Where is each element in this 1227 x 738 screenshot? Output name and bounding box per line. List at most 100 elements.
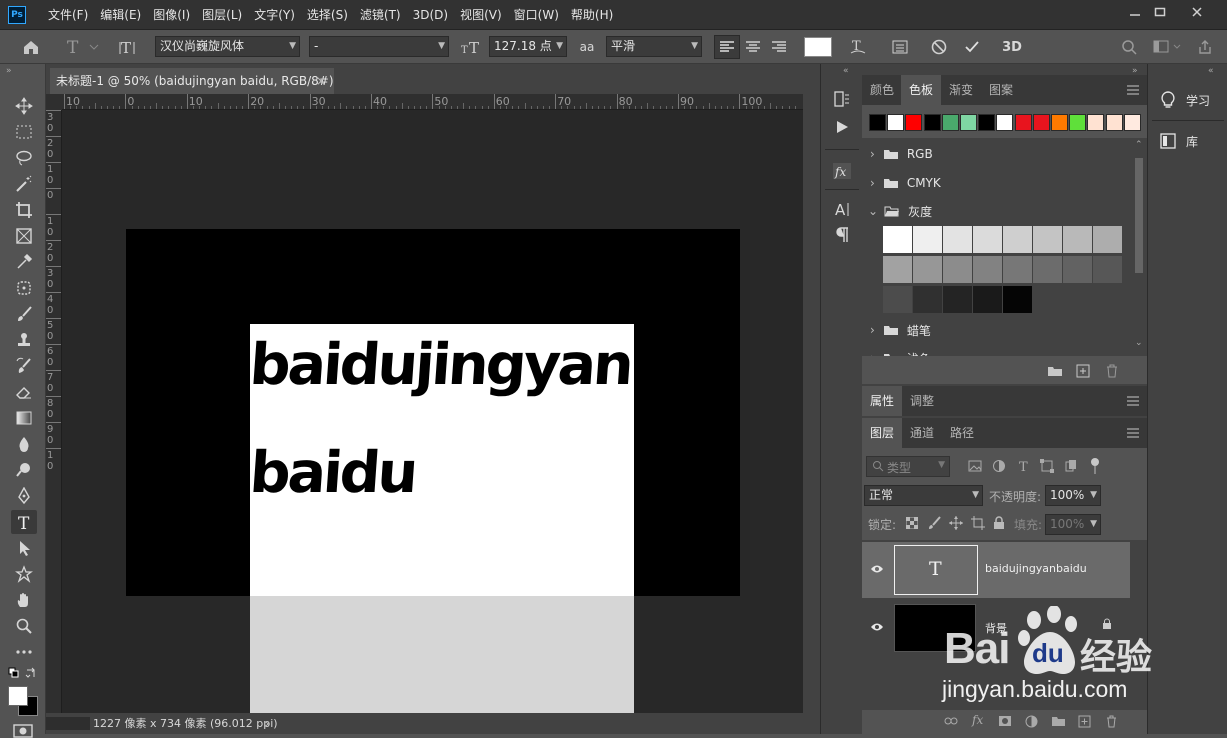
text-color-swatch[interactable] (804, 37, 832, 57)
filter-type-icon[interactable]: T (1017, 459, 1031, 473)
menu-item[interactable]: 窗口(W) (508, 0, 565, 30)
gray-swatch[interactable] (913, 256, 942, 283)
styles-fx-icon[interactable]: fx (829, 160, 855, 182)
scroll-thumb[interactable] (1135, 158, 1143, 273)
gradient-tool-icon[interactable] (11, 406, 37, 430)
gray-swatch[interactable] (973, 286, 1002, 313)
gray-swatch[interactable] (973, 226, 1002, 253)
align-center-icon[interactable] (740, 35, 766, 59)
recent-swatch[interactable] (1014, 114, 1032, 131)
chevron-up-icon[interactable]: ⌃ (1135, 140, 1143, 150)
layer-row-background[interactable]: 背景 (862, 600, 1130, 656)
home-icon[interactable] (18, 35, 44, 59)
canvas-area[interactable]: baidujingyan baidu (62, 110, 803, 713)
commit-check-icon[interactable] (960, 35, 984, 59)
eraser-tool-icon[interactable] (11, 380, 37, 404)
gray-swatch[interactable] (1033, 226, 1062, 253)
collapse-chevrons-icon[interactable]: « (843, 66, 849, 76)
eye-visibility-icon[interactable] (870, 622, 884, 632)
gray-swatch[interactable] (1003, 226, 1032, 253)
tab-channels[interactable]: 通道 (902, 418, 942, 448)
filter-smart-object-icon[interactable] (1064, 459, 1078, 473)
eye-visibility-icon[interactable] (870, 564, 884, 574)
gray-swatch[interactable] (1063, 226, 1092, 253)
recent-swatch[interactable] (1051, 114, 1068, 131)
lock-artboard-icon[interactable] (971, 516, 985, 530)
healing-brush-tool-icon[interactable] (11, 276, 37, 300)
vertical-scrollbar[interactable] (803, 94, 820, 713)
horizontal-ruler[interactable]: 10 0 10 20 30 40 50 60 70 80 90 100 (62, 94, 803, 110)
filter-shape-icon[interactable] (1040, 459, 1054, 473)
libraries-panel-button[interactable]: 库 (1150, 126, 1226, 156)
lock-pixels-icon[interactable] (928, 516, 942, 530)
blend-mode-select[interactable]: 正常 ▼ (864, 485, 983, 506)
frame-tool-icon[interactable] (11, 224, 37, 248)
panel-menu-icon[interactable] (1127, 85, 1139, 95)
tool-preset-picker[interactable]: T (62, 35, 102, 59)
search-icon[interactable] (1118, 35, 1140, 59)
gray-swatch[interactable] (913, 226, 942, 253)
menu-item[interactable]: 帮助(H) (565, 0, 619, 30)
gray-swatch[interactable] (1093, 256, 1122, 283)
pen-tool-icon[interactable] (11, 484, 37, 508)
fx-icon[interactable]: fx (972, 713, 983, 727)
maximize-button[interactable] (1145, 0, 1175, 24)
gray-swatch[interactable] (1003, 286, 1032, 313)
new-swatch-icon[interactable] (1076, 364, 1090, 378)
menu-item[interactable]: 文字(Y) (248, 0, 301, 30)
cancel-icon[interactable] (927, 35, 951, 59)
new-group-folder-icon[interactable] (1051, 715, 1066, 727)
swatch-group-pastel[interactable]: › 蜡笔 (862, 316, 1132, 344)
link-layers-icon[interactable] (944, 715, 958, 727)
filter-pixel-icon[interactable] (968, 459, 982, 473)
actions-play-icon[interactable] (829, 116, 855, 138)
filter-adjustment-icon[interactable] (992, 459, 1006, 473)
add-mask-icon[interactable] (998, 715, 1012, 727)
tab-adjustments[interactable]: 调整 (902, 386, 942, 416)
close-window-button[interactable] (1182, 0, 1212, 24)
recent-swatch[interactable] (923, 114, 941, 131)
tab-properties[interactable]: 属性 (862, 386, 902, 416)
menu-item[interactable]: 3D(D) (407, 0, 454, 30)
close-tab-icon[interactable]: × (316, 68, 326, 94)
collapse-chevrons-icon[interactable]: » (6, 66, 12, 76)
gray-swatch[interactable] (913, 286, 942, 313)
new-adjustment-icon[interactable] (1025, 715, 1038, 728)
layer-name[interactable]: baidujingyanbaidu (985, 562, 1087, 575)
tab-layers[interactable]: 图层 (862, 418, 902, 448)
fill-input[interactable]: 100% ▼ (1045, 514, 1101, 535)
type-tool-icon[interactable]: T (11, 510, 37, 534)
zoom-field[interactable] (46, 717, 90, 730)
font-style-select[interactable]: - ▼ (309, 36, 449, 57)
lock-position-icon[interactable] (949, 516, 963, 530)
text-orientation-icon[interactable]: T (116, 35, 142, 59)
move-tool-icon[interactable] (11, 94, 37, 118)
recent-swatch[interactable] (1123, 114, 1141, 131)
warp-text-icon[interactable]: T (846, 35, 870, 59)
layer-row-text[interactable]: T baidujingyanbaidu (862, 542, 1130, 598)
recent-swatch[interactable] (1032, 114, 1050, 131)
dodge-tool-icon[interactable] (11, 458, 37, 482)
panel-menu-icon[interactable] (1127, 428, 1139, 438)
gray-swatch[interactable] (1063, 256, 1092, 283)
gray-swatch[interactable] (883, 226, 912, 253)
layer-filter-select[interactable]: 类型 ▼ (866, 456, 950, 477)
gray-swatch[interactable] (1093, 226, 1122, 253)
chevron-down-icon[interactable]: ⌄ (1135, 338, 1143, 348)
layers-scrollbar[interactable] (1132, 540, 1147, 710)
swatch-group-cmyk[interactable]: › CMYK (862, 169, 1132, 197)
clone-stamp-tool-icon[interactable] (11, 328, 37, 352)
antialias-select[interactable]: 平滑 ▼ (606, 36, 702, 57)
recent-swatch[interactable] (960, 114, 977, 131)
hand-tool-icon[interactable] (11, 588, 37, 612)
history-panel-icon[interactable] (829, 88, 855, 110)
recent-swatch[interactable] (1069, 114, 1087, 131)
filter-toggle-icon[interactable] (1090, 457, 1100, 475)
character-panel-icon[interactable]: A (829, 198, 855, 220)
crop-tool-icon[interactable] (11, 198, 37, 222)
menu-item[interactable]: 图像(I) (147, 0, 196, 30)
ruler-origin[interactable] (46, 94, 62, 110)
eyedropper-tool-icon[interactable] (11, 250, 37, 274)
document-tab[interactable]: 未标题-1 @ 50% (baidujingyan baidu, RGB/8#)… (50, 68, 334, 114)
canvas-text-line-2[interactable]: baidu (248, 438, 453, 508)
